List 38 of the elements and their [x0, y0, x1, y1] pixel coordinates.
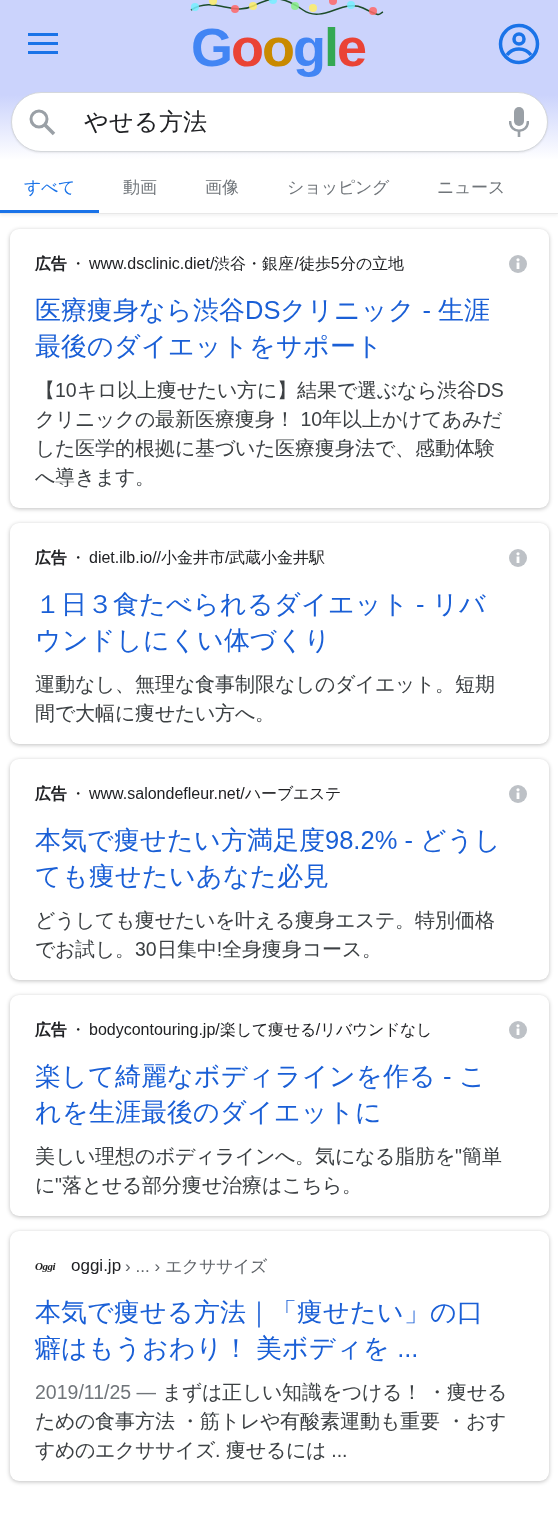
separator: ・ — [70, 547, 86, 568]
info-icon[interactable] — [509, 785, 527, 803]
url-text: www.dsclinic.diet/渋谷・銀座/徒歩5分の立地 — [89, 253, 405, 274]
separator: ・ — [70, 1019, 86, 1040]
breadcrumb: › ... › エクササイズ — [125, 1255, 267, 1278]
tab[interactable]: 動画 — [99, 164, 181, 213]
result-title[interactable]: １日３食たべられるダイエット - リバウンドしにくい体づくり — [35, 586, 507, 658]
tab[interactable]: すべて — [0, 164, 99, 213]
result-snippet: 運動なし、無理な食事制限なしのダイエット。短期間で大幅に痩せたい方へ。 — [35, 672, 496, 726]
url-text: www.salondefleur.net/ハーブエステ — [89, 783, 342, 804]
site-name[interactable]: oggi.jp — [71, 1256, 122, 1276]
result-title[interactable]: 医療痩身なら渋谷DSクリニック - 生涯最後のダイエットをサポート — [35, 292, 507, 364]
tab[interactable]: 画像 — [181, 164, 263, 213]
search-icon[interactable] — [28, 108, 56, 136]
menu-icon[interactable] — [28, 33, 58, 55]
result-snippet: 美しい理想のボディラインへ。気になる脂肪を"簡単に"落とせる部分痩せ治療はこちら。 — [35, 1144, 503, 1198]
info-icon[interactable] — [509, 549, 527, 567]
url-text: diet.ilb.io//小金井市/武蔵小金井駅 — [89, 547, 327, 568]
url-text: bodycontouring.jp/楽して痩せる/リバウンドなし — [89, 1019, 434, 1040]
tab[interactable]: ショッピング — [263, 164, 413, 213]
microphone-icon[interactable] — [509, 107, 529, 137]
ad-label: 広告 — [35, 783, 67, 804]
site-favicon: Oggi — [35, 1260, 55, 1272]
result-snippet: どうしても痩せたいを叶える痩身エステ。特別価格でお試し。30日集中!全身痩身コース。 — [35, 908, 496, 962]
info-icon[interactable] — [509, 1021, 527, 1039]
result-title[interactable]: 楽して綺麗なボディラインを作る - これを生涯最後のダイエットに — [35, 1058, 507, 1130]
ad-label: 広告 — [35, 1019, 67, 1040]
result-title[interactable]: 本気で痩せる方法｜「痩せたい」の口癖はもうおわり！ 美ボディを ... — [35, 1294, 507, 1366]
result-title[interactable]: 本気で痩せたい方満足度98.2% - どうしても痩せたいあなた必見 — [35, 822, 507, 894]
ad-label: 広告 — [35, 547, 67, 568]
separator: ・ — [70, 253, 86, 274]
result-snippet: 2019/11/25 — まずは正しい知識をつける！ ・痩せるための食事方法 ・筋トレや有酸素運動も重要 ・おすすめのエクササイズ. 痩せるには ... — [35, 1380, 507, 1463]
result-snippet: 【10キロ以上痩せたい方に】結果で選ぶなら渋谷DSクリニックの最新医療痩身！ 10年以上かけてあみだした医学的根拠に基づいた医療痩身法で、感動体験へ導きます。 — [35, 378, 505, 490]
account-icon[interactable] — [498, 23, 540, 65]
info-icon[interactable] — [509, 255, 527, 273]
separator: ・ — [70, 783, 86, 804]
ad-label: 広告 — [35, 253, 67, 274]
tab[interactable]: ニュース — [413, 164, 529, 213]
